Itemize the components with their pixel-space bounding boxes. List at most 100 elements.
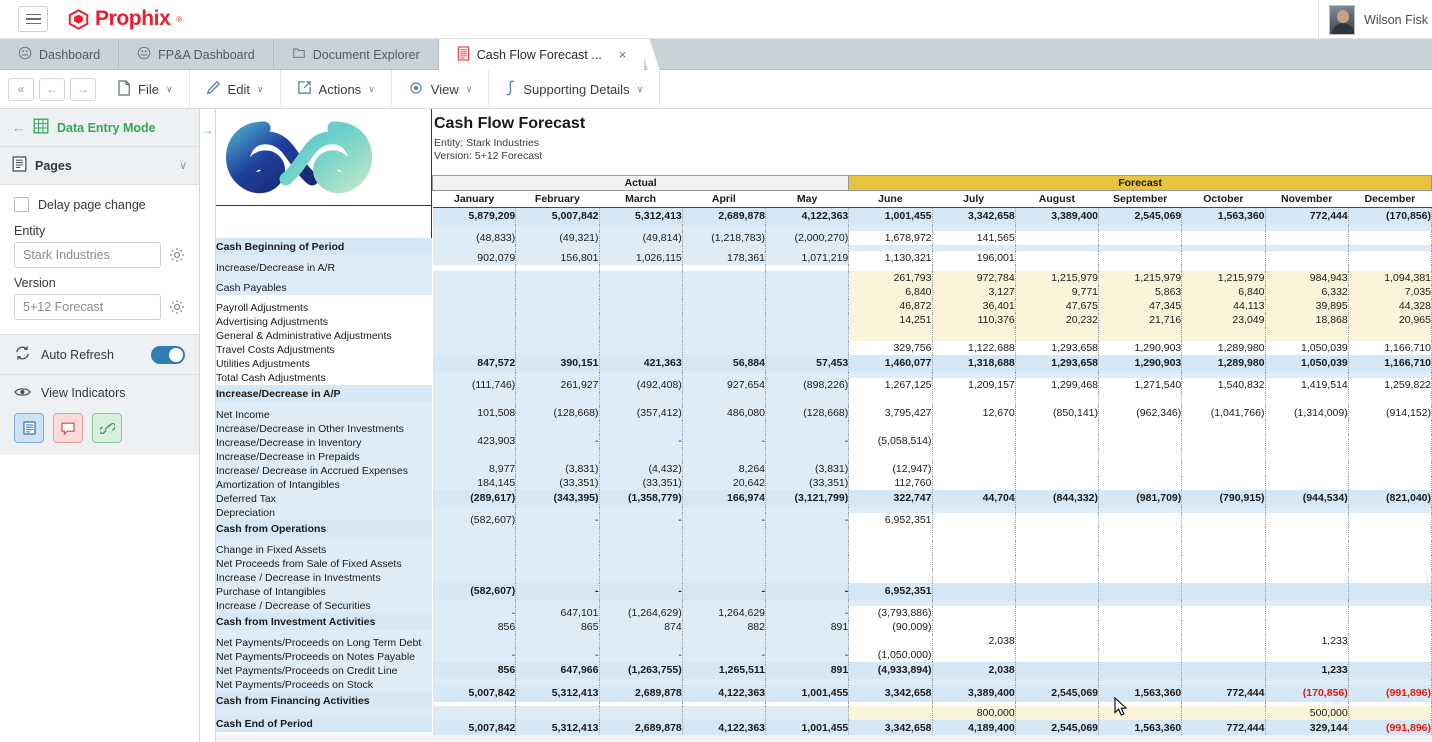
data-cell[interactable]: (944,534) [1265, 489, 1349, 507]
data-cell[interactable]: - [599, 582, 683, 600]
data-cell[interactable] [932, 433, 1016, 448]
menu-supporting-details[interactable]: Supporting Details ∨ [489, 69, 661, 109]
data-cell[interactable]: 56,884 [682, 354, 767, 372]
table-row[interactable]: General & Administrative Adjustments [216, 329, 432, 343]
data-cell[interactable] [932, 461, 1016, 476]
table-row[interactable]: Purchase of Intangibles [216, 585, 432, 599]
data-cell[interactable]: 8,264 [682, 461, 767, 476]
data-cell[interactable] [932, 554, 1016, 569]
table-row[interactable]: Cash Beginning of Period [216, 238, 432, 255]
table-row[interactable] [432, 391, 1432, 406]
data-cell[interactable] [1181, 419, 1266, 434]
data-cell[interactable]: - [682, 433, 767, 448]
data-cell[interactable] [1181, 326, 1266, 341]
data-cell[interactable] [1181, 568, 1266, 583]
data-cell[interactable] [599, 284, 683, 299]
data-cell[interactable] [1348, 633, 1432, 648]
data-cell[interactable]: 20,642 [682, 475, 767, 490]
data-cell[interactable] [932, 447, 1016, 462]
data-cell[interactable]: (1,050,000) [848, 647, 933, 662]
data-cell[interactable]: 902,079 [432, 250, 517, 265]
data-cell[interactable]: 2,689,878 [599, 719, 683, 737]
table-row[interactable]: Increase / Decrease in Investments [216, 571, 432, 585]
data-cell[interactable] [1348, 326, 1432, 341]
menu-view[interactable]: View ∨ [392, 69, 490, 109]
data-cell[interactable]: 800,000 [932, 705, 1016, 720]
table-row[interactable] [432, 447, 1432, 462]
data-cell[interactable]: 1,233 [1265, 661, 1349, 679]
data-cell[interactable]: 3,342,658 [932, 207, 1016, 225]
data-cell[interactable] [848, 633, 933, 648]
data-cell[interactable] [848, 554, 933, 569]
data-cell[interactable]: 972,784 [932, 270, 1016, 285]
table-row[interactable] [432, 326, 1432, 341]
data-cell[interactable] [432, 554, 517, 569]
table-row[interactable]: (289,617) (343,395) (1,358,779) 166,974 (3,1… [432, 489, 1432, 507]
data-cell[interactable] [1181, 461, 1266, 476]
column-header-december[interactable]: December [1348, 190, 1432, 208]
table-row[interactable]: 184,145 (33,351) (33,351) 20,642 (33,351) 112… [432, 475, 1432, 490]
back-arrow-icon[interactable]: ← [12, 120, 25, 135]
data-cell[interactable] [682, 326, 767, 341]
data-cell[interactable]: 647,101 [515, 605, 600, 620]
nav-collapse-button[interactable]: « [8, 77, 34, 101]
data-cell[interactable]: 1,026,115 [599, 250, 683, 265]
data-cell[interactable]: (49,814) [599, 230, 683, 245]
data-cell[interactable]: 2,689,878 [599, 684, 683, 702]
data-cell[interactable] [682, 526, 767, 541]
data-cell[interactable] [1015, 605, 1100, 620]
data-cell[interactable]: 322,747 [848, 489, 933, 507]
table-row[interactable]: Depreciation [216, 506, 432, 520]
data-cell[interactable] [1015, 568, 1100, 583]
data-cell[interactable] [1265, 391, 1349, 406]
data-cell[interactable] [599, 633, 683, 648]
auto-refresh-row[interactable]: Auto Refresh [0, 335, 199, 375]
data-cell[interactable] [599, 298, 683, 313]
data-cell[interactable]: 5,863 [1098, 284, 1183, 299]
data-cell[interactable]: 1,460,077 [848, 354, 933, 372]
column-header-july[interactable]: July [932, 190, 1016, 208]
version-select[interactable]: 5+12 Forecast [14, 294, 161, 320]
data-cell[interactable]: 2,545,069 [1098, 207, 1183, 225]
data-cell[interactable] [1181, 647, 1266, 662]
data-cell[interactable] [432, 419, 517, 434]
data-cell[interactable] [1098, 326, 1183, 341]
data-cell[interactable] [1181, 391, 1266, 406]
data-cell[interactable]: 1,130,321 [848, 250, 933, 265]
data-cell[interactable]: 261,927 [515, 377, 600, 392]
data-cell[interactable] [1015, 326, 1100, 341]
data-cell[interactable] [1098, 461, 1183, 476]
data-cell[interactable]: 1,166,710 [1348, 340, 1432, 355]
data-cell[interactable] [1348, 705, 1432, 720]
data-cell[interactable]: 927,654 [682, 377, 767, 392]
data-cell[interactable]: 1,563,360 [1181, 207, 1266, 225]
data-cell[interactable] [599, 447, 683, 462]
data-cell[interactable] [765, 447, 850, 462]
data-cell[interactable] [1098, 661, 1183, 679]
table-row[interactable]: 46,872 36,401 47,675 47,345 44,113 39,895 44,3… [432, 298, 1432, 313]
data-cell[interactable] [515, 526, 600, 541]
table-row[interactable]: 2,038 1,233 [432, 633, 1432, 648]
data-cell[interactable]: 12,670 [932, 405, 1016, 420]
data-cell[interactable]: - [765, 647, 850, 662]
data-cell[interactable]: 856 [432, 619, 517, 634]
data-cell[interactable] [432, 340, 517, 355]
data-cell[interactable]: 1,271,540 [1098, 377, 1183, 392]
data-cell[interactable]: (991,896) [1348, 719, 1432, 737]
data-cell[interactable]: (914,152) [1348, 405, 1432, 420]
data-cell[interactable] [1348, 568, 1432, 583]
data-cell[interactable]: 3,127 [932, 284, 1016, 299]
nav-forward-button[interactable]: → [70, 77, 96, 101]
data-cell[interactable]: 1,094,381 [1348, 270, 1432, 285]
data-cell[interactable]: 1,299,468 [1015, 377, 1100, 392]
data-cell[interactable] [432, 270, 517, 285]
data-cell[interactable] [1015, 461, 1100, 476]
data-cell[interactable] [1348, 230, 1432, 245]
column-header-november[interactable]: November [1265, 190, 1349, 208]
data-cell[interactable] [765, 298, 850, 313]
data-cell[interactable] [848, 705, 933, 720]
data-cell[interactable]: (3,121,799) [765, 489, 850, 507]
data-cell[interactable] [515, 419, 600, 434]
data-cell[interactable] [1265, 554, 1349, 569]
data-cell[interactable] [1348, 447, 1432, 462]
